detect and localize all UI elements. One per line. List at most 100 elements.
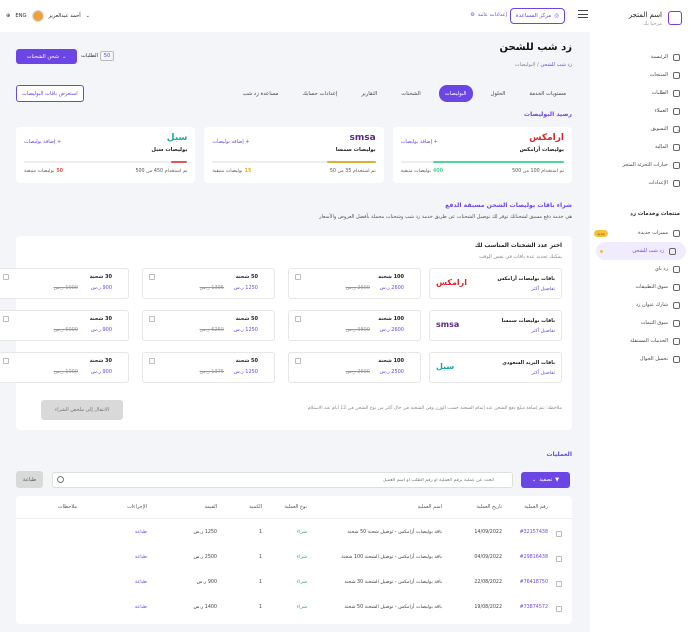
operation-type: شراء [296, 605, 307, 610]
tab-item[interactable]: إعدادات حسابك [296, 85, 343, 102]
operation-id[interactable]: #76418750 [520, 580, 548, 585]
row-checkbox[interactable] [556, 531, 562, 537]
table-header: اسم العملية [417, 504, 442, 510]
remaining: 400 بوليصات متبقية [401, 169, 443, 174]
tab-item[interactable]: الشحنات [395, 85, 426, 102]
sidebar-item[interactable]: التسويق ⌄ [590, 120, 690, 138]
gear-icon [673, 179, 680, 187]
sidebar-item[interactable]: الرئيسية [590, 48, 690, 66]
sidebar-item[interactable]: خيارات التجزئة المتجر [590, 156, 690, 174]
package-checkbox[interactable] [295, 274, 301, 280]
more-details-link[interactable]: تفاصيل أكثر [531, 287, 555, 292]
operation-value: 1250 ر.س [193, 530, 217, 535]
package-checkbox[interactable] [295, 316, 301, 322]
operation-id[interactable]: #73874572 [520, 605, 548, 610]
package-row: ارامكس باقات بوليصات أرامكس تفاصيل أكثر 100… [0, 268, 562, 299]
add-policies-link[interactable]: + إضافة بوليصات [401, 139, 438, 145]
brand-logo: ارامكس [436, 278, 468, 287]
store-logo[interactable]: اسم المتجر مرحبا بك [598, 8, 682, 30]
package-checkbox[interactable] [3, 358, 9, 364]
operation-id[interactable]: #32157438 [520, 530, 548, 535]
prepaid-box: اختر عدد الشحنات المناسب لك يمكنك تحديد … [0, 236, 572, 430]
breadcrumb-root[interactable]: زد شب للشحن [540, 62, 572, 68]
tab-item[interactable]: الحلول [485, 85, 512, 102]
remaining-value: 50 [56, 169, 63, 174]
sidebar-subitem[interactable]: شارك عنوان زد [590, 296, 690, 314]
user-menu[interactable]: ⌄ أحمد عبدالعزيز ENG ⊕ [6, 10, 90, 22]
package-option[interactable]: 100 شحنة 2500 ر.س 2600 ر.س [288, 352, 421, 383]
filter-label: تصفية [539, 477, 553, 483]
language-switch[interactable]: ENG [15, 13, 26, 19]
usage-bar-fill [326, 161, 376, 163]
ship-shipments-button[interactable]: ⌄ شحن الشحنات [16, 49, 77, 64]
operation-name: باقة بوليصات أرامكس - توصيل الشحنة 50 شح… [344, 605, 442, 610]
sidebar-item[interactable]: الإعدادات [590, 174, 690, 192]
package-checkbox[interactable] [149, 316, 155, 322]
row-checkbox[interactable] [556, 606, 562, 612]
filter-button[interactable]: ▼ تصفية ⌄ [521, 472, 570, 488]
package-count: 30 شحنة [89, 358, 112, 364]
sidebar-group-title: منتجات وخدمات زد [630, 211, 680, 217]
sidebar-subitem[interactable]: سوق الثيمات [590, 314, 690, 332]
row-checkbox[interactable] [556, 556, 562, 562]
browse-packages-button[interactable]: استعرض باقات البوليصات [16, 85, 84, 102]
users-icon [673, 107, 680, 115]
orders-count: 50 الطلبات [81, 51, 115, 61]
tab-item[interactable]: مساعدة زد شب [237, 85, 285, 102]
print-action[interactable]: طباعة [135, 605, 147, 610]
print-action[interactable]: طباعة [135, 555, 147, 560]
settings-link[interactable]: إعدادات عامة ⚙ [470, 12, 507, 18]
package-option[interactable]: 100 شحنة 2600 ر.س 2600 ر.س [288, 268, 421, 299]
sidebar-item[interactable]: العملاء [590, 102, 690, 120]
table-header: ملاحظات [57, 504, 77, 510]
checkout-button[interactable]: الانتقال إلى ملخص الشراء [41, 400, 123, 420]
table-header: الإجراءات [127, 504, 147, 510]
package-checkbox[interactable] [149, 274, 155, 280]
sidebar-item[interactable]: المنتجات [590, 66, 690, 84]
sidebar-subitem[interactable]: مميزات جديدة جديد [590, 224, 690, 242]
menu-icon[interactable] [578, 10, 588, 18]
package-option[interactable]: 30 شحنة 900 ر.س 1000 ر.س [0, 268, 129, 299]
sidebar-subitem[interactable]: تحميل الجوال [590, 350, 690, 368]
tabs-bar: مستويات الخدمة الحلول البوليصات الشحنات التق… [237, 85, 572, 102]
chevron-down-icon: ⌄ [85, 13, 91, 19]
row-checkbox[interactable] [556, 581, 562, 587]
sidebar-subitem[interactable]: سوق التطبيقات [590, 278, 690, 296]
search-input[interactable] [53, 473, 498, 487]
package-old-price: 3800 ر.س [345, 327, 370, 333]
sidebar-item[interactable]: الطلبات [590, 84, 690, 102]
sidebar-subitem[interactable]: زد شب للشحن [596, 242, 686, 260]
package-option[interactable]: 30 شحنة 900 ر.س 6000 ر.س [0, 310, 129, 341]
operation-qty: 1 [258, 605, 262, 610]
tab-item[interactable]: التقارير [355, 85, 383, 102]
sidebar-subitem[interactable]: الخدمات المستقلة [590, 332, 690, 350]
print-action[interactable]: طباعة [135, 530, 147, 535]
add-policies-link[interactable]: + إضافة بوليصات [24, 139, 61, 145]
package-checkbox[interactable] [3, 274, 9, 280]
operation-type: شراء [296, 580, 307, 585]
package-option[interactable]: 50 شحنة 1250 ر.س 1375 ر.س [142, 352, 275, 383]
package-option[interactable]: 100 شحنة 2600 ر.س 3800 ر.س [288, 310, 421, 341]
sidebar-item-label: المالية [654, 144, 668, 150]
help-center-button[interactable]: ◎ مركز المساعدة [509, 8, 565, 24]
more-details-link[interactable]: تفاصيل أكثر [531, 329, 555, 334]
package-price: 2600 ر.س [379, 285, 404, 291]
print-button[interactable]: طباعة [16, 471, 43, 488]
sidebar-subitem[interactable]: زد باي [590, 260, 690, 278]
ship-button-label: شحن الشحنات [26, 53, 59, 60]
package-option[interactable]: 30 شحنة 900 ر.س 1000 ر.س [0, 352, 129, 383]
more-details-link[interactable]: تفاصيل أكثر [531, 371, 555, 376]
add-policies-link[interactable]: + إضافة بوليصات [212, 139, 249, 145]
package-count: 30 شحنة [89, 316, 112, 322]
package-checkbox[interactable] [295, 358, 301, 364]
package-checkbox[interactable] [149, 358, 155, 364]
package-checkbox[interactable] [3, 316, 9, 322]
package-option[interactable]: 50 شحنة 1250 ر.س 1395 ر.س [142, 268, 275, 299]
tab-item[interactable]: مستويات الخدمة [523, 85, 572, 102]
sidebar-item-label: الطلبات [651, 90, 668, 96]
tab-item[interactable]: البوليصات [438, 85, 473, 102]
sidebar-item[interactable]: المالية [590, 138, 690, 156]
print-action[interactable]: طباعة [135, 580, 147, 585]
package-option[interactable]: 50 شحنة 1250 ر.س 6250 ر.س [142, 310, 275, 341]
operation-id[interactable]: #29816438 [520, 555, 548, 560]
